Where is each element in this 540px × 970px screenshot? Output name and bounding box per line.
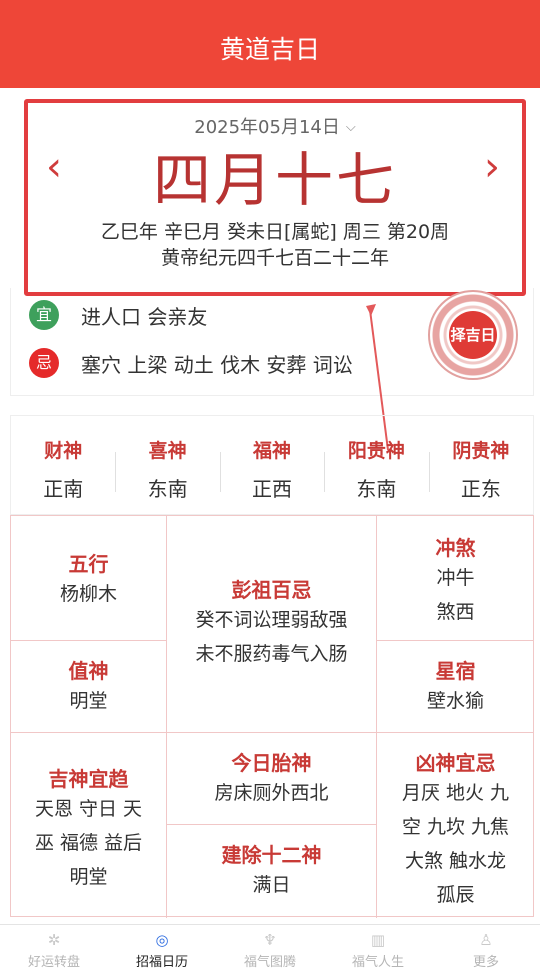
jishen-heading: 吉神宜趋 (48, 767, 129, 791)
taishen-heading: 今日胎神 (231, 751, 312, 775)
god-name: 阴贵神 (452, 440, 510, 462)
calendar-icon: ◎ (155, 931, 169, 949)
wuxing-heading: 五行 (68, 552, 109, 576)
jianchu-cell: 建除十二神 满日 (167, 825, 377, 918)
ji-row: 忌 塞穴 上梁 动土 伐木 安葬 词讼 (29, 348, 353, 378)
god-direction: 正西 (252, 477, 293, 501)
god-name: 财神 (44, 440, 83, 462)
chongsha-line-1: 冲牛 (436, 567, 475, 589)
lunar-date: 四月十七 (152, 146, 397, 214)
nav-lucky-wheel[interactable]: ✲ 好运转盘 (0, 925, 108, 970)
god-direction: 东南 (147, 477, 188, 501)
nav-label: 好运转盘 (27, 955, 80, 970)
god-direction: 东南 (356, 477, 397, 501)
jishen-line-2: 巫 福德 益后 (34, 832, 143, 854)
nav-more[interactable]: ♙ 更多 (432, 925, 540, 970)
chongsha-line-2: 煞西 (436, 601, 475, 623)
yi-text: 进人口 会亲友 (81, 304, 208, 329)
gods-directions: 财神 正南 喜神 东南 福神 正西 阳贵神 东南 阴贵神 正东 (10, 415, 534, 515)
wuxing-value: 杨柳木 (59, 583, 117, 605)
wuxing-cell: 五行 杨柳木 (11, 516, 167, 641)
god-cell: 福神 正西 (219, 416, 324, 514)
zhishen-value: 明堂 (69, 690, 108, 712)
nav-label: 福气人生 (351, 955, 404, 970)
nav-label: 福气图腾 (243, 955, 296, 970)
pengzu-line-2: 未不服药毒气入肠 (195, 643, 348, 665)
yi-row: 宜 进人口 会亲友 (29, 300, 207, 330)
pengzu-cell: 彭祖百忌 癸不词讼理弱敌强 未不服药毒气入肠 (167, 516, 377, 733)
jishen-cell: 吉神宜趋 天恩 守日 天 巫 福德 益后 明堂 (11, 733, 167, 918)
seal-label: 择吉日 (449, 311, 497, 359)
ji-text: 塞穴 上梁 动土 伐木 安葬 词讼 (81, 352, 353, 377)
god-cell: 财神 正南 (11, 416, 115, 514)
choose-auspicious-day-button[interactable]: 择吉日 (428, 290, 518, 380)
yi-badge: 宜 (29, 300, 59, 330)
chongsha-cell: 冲煞 冲牛 煞西 (377, 516, 534, 641)
zhishen-heading: 值神 (68, 659, 109, 683)
next-day-button[interactable]: › (484, 147, 500, 187)
jianchu-heading: 建除十二神 (221, 843, 322, 867)
almanac-grid: 五行 杨柳木 彭祖百忌 癸不词讼理弱敌强 未不服药毒气入肠 冲煞 冲牛 煞西 值… (10, 515, 534, 918)
god-name: 喜神 (148, 440, 187, 462)
god-direction: 正南 (43, 477, 84, 501)
xingsu-heading: 星宿 (435, 659, 476, 683)
pengzu-line-1: 癸不词讼理弱敌强 (195, 609, 348, 631)
jishen-line-1: 天恩 守日 天 (34, 798, 143, 820)
xiongshen-heading: 凶神宜忌 (415, 751, 496, 775)
page-title: 黄道吉日 (219, 35, 320, 64)
ji-badge: 忌 (29, 348, 59, 378)
chongsha-heading: 冲煞 (435, 536, 476, 560)
god-direction: 正东 (460, 477, 501, 501)
god-cell: 阴贵神 正东 (428, 416, 533, 514)
nav-life[interactable]: ▥ 福气人生 (324, 925, 432, 970)
god-cell: 喜神 东南 (115, 416, 219, 514)
bottom-nav: ✲ 好运转盘 ◎ 招福日历 ♆ 福气图腾 ▥ 福气人生 ♙ 更多 (0, 924, 540, 970)
xingsu-value: 壁水㺄 (426, 690, 484, 712)
zhishen-cell: 值神 明堂 (11, 641, 167, 733)
nav-label: 更多 (472, 955, 499, 970)
xiongshen-line-3: 大煞 触水龙 (404, 850, 507, 872)
taishen-cell: 今日胎神 房床厕外西北 (167, 733, 377, 825)
nav-totem[interactable]: ♆ 福气图腾 (216, 925, 324, 970)
god-name: 福神 (253, 440, 292, 462)
era-line: 黄帝纪元四千七百二十二年 (160, 247, 389, 269)
xiongshen-line-4: 孤辰 (436, 884, 475, 906)
person-icon: ♙ (479, 931, 493, 949)
jishen-line-3: 明堂 (69, 866, 108, 888)
xingsu-cell: 星宿 壁水㺄 (377, 641, 534, 733)
ganzhi-line: 乙巳年 辛巳月 癸未日[属蛇] 周三 第20周 (100, 221, 450, 243)
god-cell: 阳贵神 东南 (324, 416, 428, 514)
date-card: 2025年05月14日 ⌵ ‹ 四月十七 › 乙巳年 辛巳月 癸未日[属蛇] 周三… (24, 99, 526, 296)
taishen-value: 房床厕外西北 (214, 782, 329, 804)
xiongshen-line-2: 空 九坎 九焦 (401, 816, 510, 838)
wheel-icon: ✲ (47, 931, 61, 949)
god-name: 阳贵神 (347, 440, 405, 462)
nav-calendar[interactable]: ◎ 招福日历 (108, 925, 216, 970)
xiongshen-cell: 凶神宜忌 月厌 地火 九 空 九坎 九焦 大煞 触水龙 孤辰 (377, 733, 534, 918)
nav-label: 招福日历 (135, 955, 188, 970)
jianchu-value: 满日 (252, 874, 291, 896)
pengzu-heading: 彭祖百忌 (231, 578, 312, 602)
app-header: 黄道吉日 (0, 0, 540, 88)
book-icon: ▥ (370, 931, 386, 949)
xiongshen-line-1: 月厌 地火 九 (401, 782, 510, 804)
totem-icon: ♆ (263, 931, 277, 949)
